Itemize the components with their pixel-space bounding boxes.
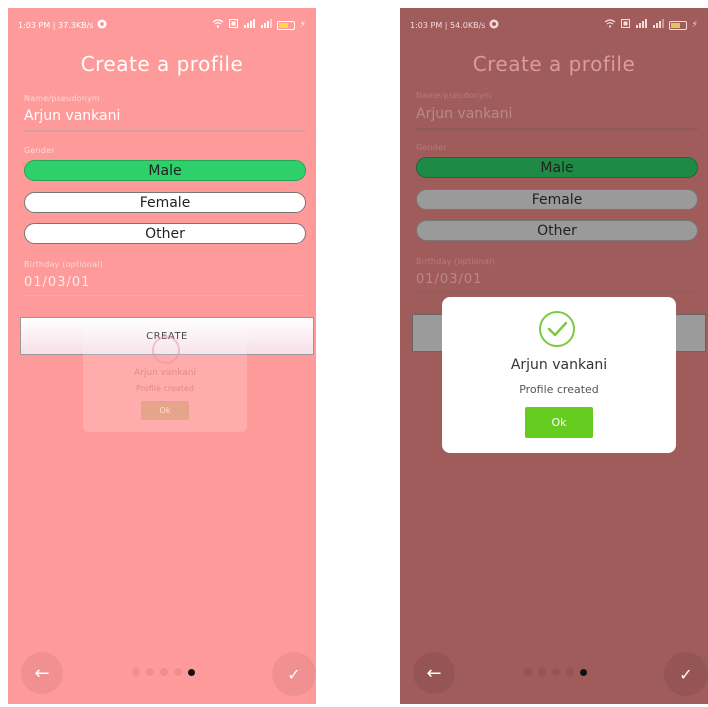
gender-label: Gender xyxy=(416,143,447,152)
gender-other-button[interactable]: Other xyxy=(416,220,698,241)
phone-screen-profile-created: 1:03 PM | 54.0KB/s ⚡ Create a profile Na… xyxy=(400,8,708,704)
signal-icon xyxy=(635,19,647,31)
checkmark-icon[interactable]: ✓ xyxy=(272,652,316,696)
sim-icon xyxy=(228,19,238,31)
dialog-name: Arjun vankani xyxy=(510,357,608,373)
status-time-speed: 1:03 PM | 54.0KB/s xyxy=(410,20,486,30)
birthday-label: Birthday (optional) xyxy=(24,260,103,269)
page-dot-active xyxy=(580,668,587,676)
page-title: Create a profile xyxy=(80,52,244,76)
page-dot-active xyxy=(188,668,195,676)
app-notification-icon xyxy=(489,19,499,31)
battery-icon xyxy=(668,20,687,30)
gender-female-button[interactable]: Female xyxy=(24,192,306,213)
status-bar: 1:03 PM | 54.0KB/s ⚡ xyxy=(400,8,708,42)
birthday-label: Birthday (optional) xyxy=(416,257,495,266)
fading-dialog: Arjun vankani Profile created Ok xyxy=(83,324,247,432)
charging-icon: ⚡ xyxy=(299,20,306,30)
bottom-nav: ← ✓ xyxy=(400,652,708,696)
gender-male-button[interactable]: Male xyxy=(416,157,698,178)
birthday-input[interactable]: 01/03/01 xyxy=(24,275,306,296)
signal-2-icon xyxy=(260,19,272,31)
name-input[interactable]: Arjun vankani xyxy=(416,106,698,130)
page-dot xyxy=(566,668,574,676)
status-bar: 1:03 PM | 37.3KB/s ⚡ xyxy=(8,8,316,42)
page-title: Create a profile xyxy=(472,52,636,76)
name-label: Name/pseudonym xyxy=(416,91,492,100)
wifi-icon xyxy=(212,19,224,31)
page-dot xyxy=(132,668,140,676)
gender-other-button[interactable]: Other xyxy=(24,223,306,244)
dialog-ok-button[interactable]: Ok xyxy=(141,401,189,420)
dialog-name: Arjun vankani xyxy=(134,368,196,378)
bottom-nav: ← ✓ xyxy=(8,652,316,696)
back-arrow-icon[interactable]: ← xyxy=(21,652,63,694)
phone-screen-create-profile: 1:03 PM | 37.3KB/s ⚡ Create a profile Na… xyxy=(8,8,316,704)
battery-icon xyxy=(276,20,295,30)
signal-2-icon xyxy=(652,19,664,31)
page-dot xyxy=(552,668,560,676)
page-dot xyxy=(524,668,532,676)
app-notification-icon xyxy=(97,19,107,31)
signal-icon xyxy=(243,19,255,31)
dialog-message: Profile created xyxy=(519,383,599,396)
name-label: Name/pseudonym xyxy=(24,94,100,103)
page-dot xyxy=(146,668,154,676)
gender-male-button[interactable]: Male xyxy=(24,160,306,181)
page-dot xyxy=(174,668,182,676)
dialog-message: Profile created xyxy=(136,384,194,393)
checkmark-icon[interactable]: ✓ xyxy=(664,652,708,696)
page-dot xyxy=(160,668,168,676)
gender-female-button[interactable]: Female xyxy=(416,189,698,210)
check-circle-icon xyxy=(539,311,575,347)
wifi-icon xyxy=(604,19,616,31)
gender-label: Gender xyxy=(24,146,55,155)
birthday-input[interactable]: 01/03/01 xyxy=(416,272,698,293)
back-arrow-icon[interactable]: ← xyxy=(413,652,455,694)
page-indicator xyxy=(524,668,587,676)
charging-icon: ⚡ xyxy=(691,20,698,30)
sim-icon xyxy=(620,19,630,31)
name-input[interactable]: Arjun vankani xyxy=(24,108,306,132)
check-circle-icon xyxy=(152,336,180,364)
dialog-ok-button[interactable]: Ok xyxy=(525,407,593,438)
status-time-speed: 1:03 PM | 37.3KB/s xyxy=(18,20,94,30)
profile-created-dialog: Arjun vankani Profile created Ok xyxy=(442,297,676,453)
page-indicator xyxy=(132,668,195,676)
page-dot xyxy=(538,668,546,676)
